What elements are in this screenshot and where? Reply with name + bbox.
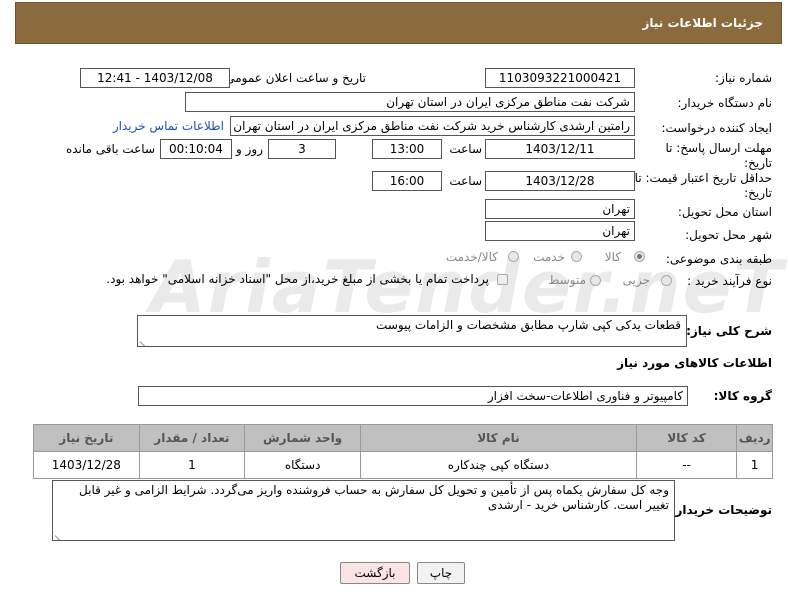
category-label: طبقه بندی موضوعی: bbox=[665, 252, 772, 266]
buyer-contact-link[interactable]: اطلاعات تماس خریدار bbox=[113, 119, 224, 133]
validity-time-label: ساعت bbox=[449, 174, 482, 188]
col-header-quantity: تعداد / مقدار bbox=[138, 424, 246, 452]
col-header-row-number: ردیف bbox=[736, 424, 773, 452]
deadline-time-label: ساعت bbox=[449, 142, 482, 156]
buyer-org-label: نام دستگاه خریدار: bbox=[677, 96, 773, 110]
category-service-label: خدمت bbox=[533, 250, 565, 264]
resize-handle[interactable] bbox=[55, 531, 63, 539]
category-goods-radio[interactable] bbox=[634, 251, 645, 262]
need-number-label: شماره نیاز: bbox=[715, 71, 772, 85]
col-header-need-date: تاریخ نیاز bbox=[33, 424, 140, 452]
validity-label: حداقل تاریخ اعتبار قیمت: تا bbox=[634, 171, 772, 185]
table-header-row: ردیف کد کالا نام کالا واحد شمارش تعداد /… bbox=[33, 424, 773, 452]
col-header-goods-code: کد کالا bbox=[635, 424, 738, 452]
buyer-notes-label: توضیحات خریدار: bbox=[670, 503, 772, 517]
province-label: استان محل تحویل: bbox=[677, 205, 772, 219]
requester-label: ایجاد کننده درخواست: bbox=[661, 121, 772, 135]
cell-goods-name: دستگاه کپی چندکاره bbox=[360, 451, 637, 479]
goods-group-field: کامپیوتر و فناوری اطلاعات-سخت افزار bbox=[138, 386, 688, 406]
cell-goods-code: -- bbox=[635, 451, 738, 479]
cell-need-date: 1403/12/28 bbox=[33, 451, 140, 479]
announce-datetime-field: 1403/12/08 - 12:41 bbox=[80, 68, 230, 88]
process-medium-label: متوسط bbox=[548, 273, 586, 287]
cell-unit: دستگاه bbox=[244, 451, 362, 479]
deadline-time-field: 13:00 bbox=[372, 139, 442, 159]
cell-quantity: 1 bbox=[138, 451, 246, 479]
print-button[interactable]: چاپ bbox=[417, 562, 465, 584]
table-row: 1 -- دستگاه کپی چندکاره دستگاه 1 1403/12… bbox=[33, 451, 773, 479]
time-remaining-label: ساعت باقی مانده bbox=[65, 142, 155, 156]
requester-field: رامتین ارشدی کارشناس خرید شرکت نفت مناطق… bbox=[230, 116, 635, 136]
deadline-date-label: تاریخ: bbox=[744, 156, 772, 170]
deadline-date-field: 1403/12/11 bbox=[485, 139, 635, 159]
category-both-label: کالا/خدمت bbox=[445, 250, 498, 264]
validity-date-field: 1403/12/28 bbox=[485, 171, 635, 191]
time-remaining-field: 00:10:04 bbox=[160, 139, 232, 159]
city-label: شهر محل تحویل: bbox=[685, 228, 772, 242]
cell-row-number: 1 bbox=[736, 451, 773, 479]
goods-group-label: گروه کالا: bbox=[713, 389, 772, 403]
description-text: قطعات یدکی کپی شارپ مطابق مشخصات و الزام… bbox=[376, 318, 681, 332]
page-header: جزئیات اطلاعات نیاز bbox=[15, 2, 782, 44]
process-medium-radio[interactable] bbox=[590, 275, 601, 286]
process-type-label: نوع فرآیند خرید : bbox=[687, 274, 772, 288]
days-remaining-field: 3 bbox=[268, 139, 336, 159]
city-field: تهران bbox=[485, 221, 635, 241]
resize-handle[interactable] bbox=[140, 337, 148, 345]
buyer-notes-textarea: وجه کل سفارش یکماه پس از تأمین و تحویل ک… bbox=[52, 480, 675, 541]
province-field: تهران bbox=[485, 199, 635, 219]
validity-time-field: 16:00 bbox=[372, 171, 442, 191]
buyer-notes-text: وجه کل سفارش یکماه پس از تأمین و تحویل ک… bbox=[79, 483, 669, 512]
process-partial-label: جزیی bbox=[622, 273, 650, 287]
items-table: ردیف کد کالا نام کالا واحد شمارش تعداد /… bbox=[33, 424, 773, 479]
description-textarea: قطعات یدکی کپی شارپ مطابق مشخصات و الزام… bbox=[137, 315, 687, 347]
validity-date-label: تاریخ: bbox=[744, 186, 772, 200]
goods-section-title: اطلاعات کالاهای مورد نیاز bbox=[617, 356, 772, 370]
need-number-field: 1103093221000421 bbox=[485, 68, 635, 88]
back-button[interactable]: بازگشت bbox=[340, 562, 410, 584]
description-label: شرح کلی نیاز: bbox=[686, 324, 772, 338]
process-partial-radio[interactable] bbox=[661, 275, 672, 286]
category-both-radio[interactable] bbox=[508, 251, 519, 262]
category-goods-label: کالا bbox=[604, 250, 621, 264]
category-service-radio[interactable] bbox=[571, 251, 582, 262]
treasury-payment-checkbox[interactable] bbox=[497, 274, 508, 285]
col-header-goods-name: نام کالا bbox=[360, 424, 637, 452]
col-header-unit: واحد شمارش bbox=[244, 424, 362, 452]
buyer-org-field: شرکت نفت مناطق مرکزی ایران در استان تهرا… bbox=[185, 92, 635, 112]
treasury-payment-note: پرداخت تمام یا بخشی از مبلغ خرید،از محل … bbox=[106, 272, 489, 286]
page-title: جزئیات اطلاعات نیاز bbox=[642, 16, 763, 30]
deadline-label: مهلت ارسال پاسخ: تا bbox=[665, 141, 772, 155]
announce-label: تاریخ و ساعت اعلان عمومی: bbox=[221, 71, 366, 85]
days-label: روز و bbox=[236, 142, 263, 156]
